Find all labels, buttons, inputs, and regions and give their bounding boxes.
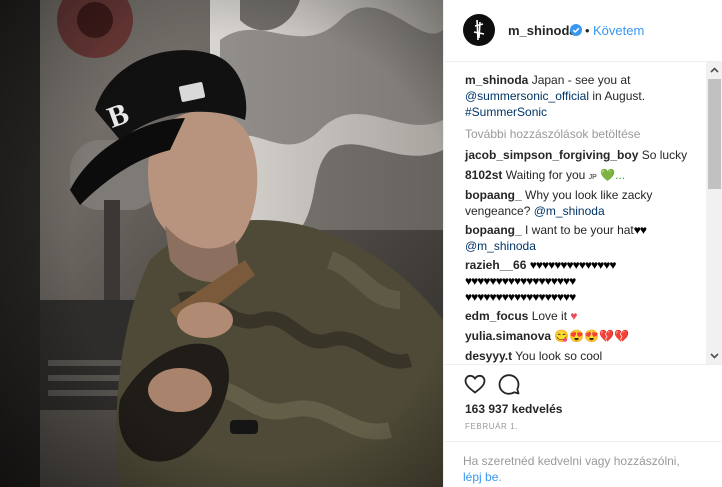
scroll-down-icon[interactable]	[706, 347, 722, 364]
caption-line-3: #SummerSonic	[465, 104, 547, 120]
comment-text: vengeance?	[465, 204, 531, 218]
heart-icon[interactable]	[463, 372, 487, 396]
login-period: .	[498, 470, 502, 484]
comment-item: bopaang_ I want to be your hat♥♥	[465, 222, 647, 238]
post-date: FEBRUÁR 1.	[465, 422, 519, 431]
comment-item: yulia.simanova 😋😍😍💔💔	[465, 328, 629, 344]
comment-item: bopaang_ Why you look like zacky	[465, 187, 652, 203]
login-prompt: Ha szeretnéd kedvelni vagy hozzászólni, …	[463, 453, 703, 485]
comment-item: 8102st Waiting for you JP 💚...	[465, 167, 625, 186]
separator-dot: •	[585, 23, 590, 38]
caption-text-1: Japan - see you at	[531, 73, 631, 87]
caption-line-1: m_shinoda Japan - see you at	[465, 72, 630, 88]
comment-scrollbar[interactable]	[706, 62, 722, 364]
follow-button[interactable]: Követem	[593, 23, 644, 38]
post-header: m_shinoda • Követem	[444, 0, 722, 62]
instagram-post-modal: B m_shinoda • Követem	[0, 0, 722, 487]
divider	[444, 441, 722, 442]
comment-username[interactable]: desyyy.t	[465, 349, 512, 363]
post-author-username[interactable]: m_shinoda	[508, 23, 577, 38]
comment-text: I want to be your hat	[525, 223, 634, 237]
caption-hashtag[interactable]: #SummerSonic	[465, 105, 547, 119]
comment-hearts: ♥♥♥♥♥♥♥♥♥♥♥♥♥♥♥♥♥♥	[465, 274, 576, 288]
comment-item-cont: @m_shinoda	[465, 238, 536, 254]
comment-username[interactable]: bopaang_	[465, 188, 522, 202]
comment-list[interactable]: m_shinoda Japan - see you at @summersoni…	[444, 62, 706, 364]
login-text: Ha szeretnéd kedvelni vagy hozzászólni,	[463, 454, 680, 468]
comment-text: Love it	[531, 309, 568, 323]
caption-text-2: in August.	[592, 89, 646, 103]
comment-item: razieh__66 ♥♥♥♥♥♥♥♥♥♥♥♥♥♥	[465, 257, 617, 273]
caption-line-2: @summersonic_official in August.	[465, 88, 645, 104]
like-count[interactable]: 163 937 kedvelés	[465, 402, 562, 416]
post-side-panel: m_shinoda • Követem m_shinoda Japan - se…	[443, 0, 722, 487]
comment-username[interactable]: razieh__66	[465, 258, 526, 272]
photo-illustration: B	[0, 0, 443, 487]
comment-mention[interactable]: @m_shinoda	[534, 204, 605, 218]
post-photo[interactable]: B	[0, 0, 443, 487]
flag-text: JP	[588, 174, 597, 181]
divider	[444, 364, 722, 365]
comment-username[interactable]: edm_focus	[465, 309, 528, 323]
comment-username[interactable]: bopaang_	[465, 223, 522, 237]
comment-icon[interactable]	[497, 372, 521, 396]
comment-text: Why you look like zacky	[525, 188, 653, 202]
scrollbar-thumb[interactable]	[708, 79, 721, 189]
comment-hearts: ♥♥	[633, 223, 647, 237]
red-heart-icon: ♥	[570, 309, 578, 323]
comment-text: Waiting for you	[505, 168, 586, 182]
avatar[interactable]	[463, 14, 495, 46]
verified-badge-icon	[570, 24, 582, 36]
comment-text: So lucky	[641, 148, 688, 162]
caption-username[interactable]: m_shinoda	[465, 73, 528, 87]
comment-item: jacob_simpson_forgiving_boy So lucky	[465, 147, 687, 163]
comment-emoji: 😋😍😍💔💔	[554, 329, 630, 343]
comment-hearts: ♥♥♥♥♥♥♥♥♥♥♥♥♥♥♥♥♥♥	[465, 290, 576, 304]
comment-item: edm_focus Love it ♥	[465, 308, 578, 324]
comment-item-cont: vengeance? @m_shinoda	[465, 203, 605, 219]
comment-hearts: ♥♥♥♥♥♥♥♥♥♥♥♥♥♥	[529, 258, 617, 272]
comment-emoji: 💚...	[600, 168, 626, 182]
comment-item: desyyy.t You look so cool	[465, 348, 602, 364]
comment-mention[interactable]: @m_shinoda	[465, 239, 536, 253]
login-link[interactable]: lépj be	[463, 470, 498, 484]
comment-username[interactable]: yulia.simanova	[465, 329, 551, 343]
comment-username[interactable]: jacob_simpson_forgiving_boy	[465, 148, 638, 162]
comment-username[interactable]: 8102st	[465, 168, 502, 182]
load-more-comments[interactable]: További hozzászólások betöltése	[465, 126, 640, 142]
caption-mention[interactable]: @summersonic_official	[465, 89, 589, 103]
comment-text: You look so cool	[515, 349, 603, 363]
scroll-up-icon[interactable]	[706, 62, 722, 79]
